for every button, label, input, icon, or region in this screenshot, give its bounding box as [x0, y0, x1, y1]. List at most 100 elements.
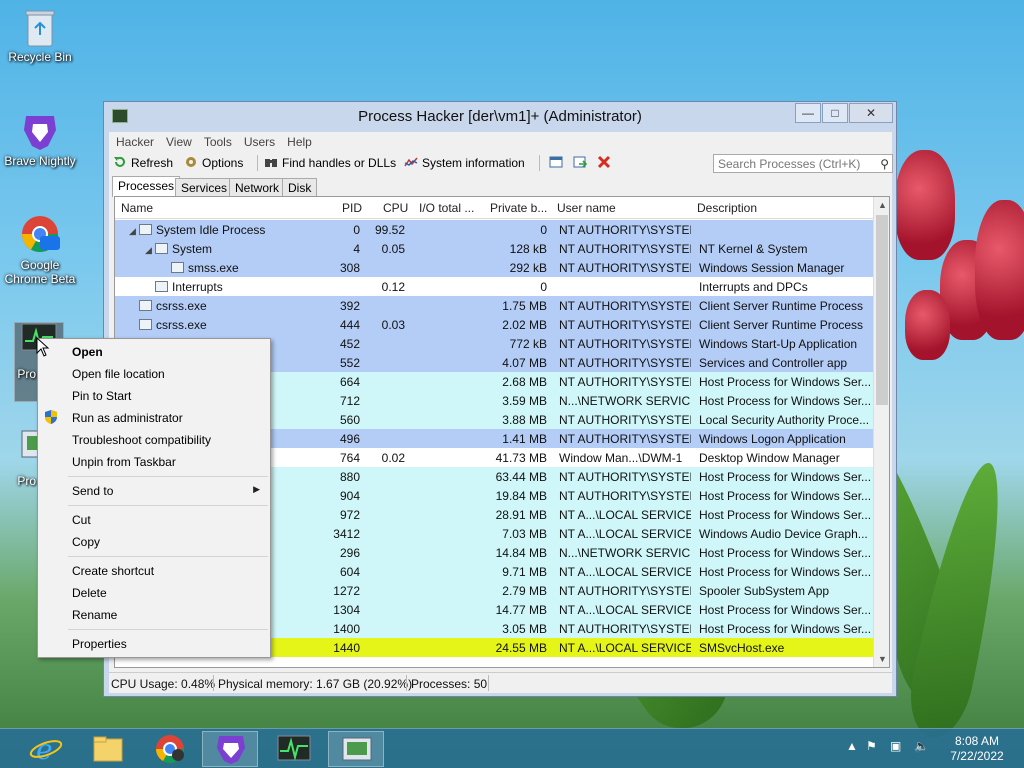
- window-icon-button[interactable]: [549, 154, 567, 172]
- desktop-icon-label: Google Chrome Beta: [4, 258, 76, 286]
- process-description: Interrupts and DPCs: [699, 280, 808, 294]
- process-private-bytes: 3.59 MB: [502, 394, 547, 408]
- brave-lion-icon: [20, 110, 60, 150]
- tab-services[interactable]: Services: [175, 178, 234, 196]
- binoculars-icon: [264, 155, 278, 169]
- desktop-icon-recycle-bin[interactable]: Recycle Bin: [0, 6, 80, 64]
- search-icon[interactable]: ⚲: [880, 157, 889, 171]
- process-cpu: 0.03: [381, 318, 405, 332]
- scroll-up-arrow-icon[interactable]: ▲: [874, 197, 889, 213]
- minimize-button[interactable]: —: [795, 103, 821, 123]
- show-hidden-icons-chevron-icon[interactable]: ▲: [846, 739, 858, 753]
- desktop-icon-brave-nightly[interactable]: Brave Nightly: [0, 110, 80, 168]
- tree-expander-icon[interactable]: ◢: [129, 226, 139, 237]
- process-pid: 3412: [333, 527, 360, 541]
- find-handles-button[interactable]: Find handles or DLLs: [264, 154, 396, 172]
- close-button[interactable]: ✕: [849, 103, 893, 123]
- process-name-cell: smss.exe: [115, 261, 320, 275]
- terminate-button[interactable]: [597, 154, 615, 172]
- menu-item-cut[interactable]: Cut: [72, 513, 91, 527]
- taskbar-brave-nightly[interactable]: [202, 731, 258, 767]
- window-title: Process Hacker [der\vm1]+ (Administrator…: [358, 108, 642, 125]
- menu-tools[interactable]: Tools: [198, 132, 238, 149]
- taskbar-chrome-beta[interactable]: [142, 731, 198, 767]
- process-row[interactable]: csrss.exe 392 1.75 MB NT AUTHORITY\SYSTEM Cl…: [115, 296, 873, 315]
- menu-item-open[interactable]: Open: [72, 345, 103, 359]
- window-icon: [549, 155, 563, 169]
- menu-item-run-as-administrator[interactable]: Run as administrator: [72, 411, 183, 425]
- tab-network[interactable]: Network: [229, 178, 286, 196]
- taskbar-process-hacker-running[interactable]: [328, 731, 384, 767]
- process-cpu: 0.12: [381, 280, 405, 294]
- process-private-bytes: 128 kB: [509, 242, 547, 256]
- tab-disk[interactable]: Disk: [282, 178, 318, 196]
- menu-item-open-file-location[interactable]: Open file location: [72, 367, 165, 381]
- tab-processes[interactable]: Processes: [112, 176, 181, 197]
- title-bar[interactable]: Process Hacker [der\vm1]+ (Administrator…: [104, 102, 896, 132]
- scroll-thumb[interactable]: [876, 215, 888, 405]
- menu-item-send-to[interactable]: Send to: [72, 484, 113, 498]
- column-description[interactable]: Description: [697, 201, 757, 215]
- taskbar-process-hacker-pinned[interactable]: [266, 731, 322, 767]
- options-label: Options: [202, 156, 244, 170]
- menu-item-pin-to-start[interactable]: Pin to Start: [72, 389, 131, 403]
- vertical-scrollbar[interactable]: ▲ ▼: [873, 197, 889, 667]
- menu-item-unpin-from-taskbar[interactable]: Unpin from Taskbar: [72, 455, 176, 469]
- volume-icon[interactable]: 🔈: [914, 739, 929, 753]
- menu-item-create-shortcut[interactable]: Create shortcut: [72, 564, 154, 578]
- menu-item-troubleshoot-compatibility[interactable]: Troubleshoot compatibility: [72, 433, 211, 447]
- menu-item-rename[interactable]: Rename: [72, 608, 117, 622]
- process-row[interactable]: ◢ System Idle Process 0 99.52 0 NT AUTHORITY\…: [115, 220, 873, 239]
- close-red-icon: [597, 155, 611, 169]
- process-user-name: NT AUTHORITY\SYSTEM: [559, 223, 691, 237]
- menu-hacker[interactable]: Hacker: [109, 132, 160, 149]
- options-button[interactable]: Options: [184, 154, 243, 172]
- status-physical-memory: Physical memory: 1.67 GB (20.92%): [218, 677, 413, 691]
- taskbar-internet-explorer[interactable]: e: [18, 731, 74, 767]
- process-user-name: NT AUTHORITY\SYSTEM: [559, 375, 691, 389]
- status-cpu-usage: CPU Usage: 0.48%: [111, 677, 216, 691]
- process-pid: 1272: [333, 584, 360, 598]
- window-go-button[interactable]: [573, 154, 591, 172]
- taskbar-clock[interactable]: 8:08 AM 7/22/2022: [942, 734, 1012, 764]
- action-center-flag-icon[interactable]: ⚑: [866, 739, 877, 753]
- process-user-name: NT AUTHORITY\SYSTEM: [559, 337, 691, 351]
- menu-item-delete[interactable]: Delete: [72, 586, 107, 600]
- menu-item-properties[interactable]: Properties: [72, 637, 127, 651]
- column-name[interactable]: Name: [121, 201, 153, 215]
- process-pid: 904: [339, 489, 360, 503]
- folder-icon: [93, 736, 123, 762]
- menu-separator: [68, 629, 268, 630]
- process-user-name: NT A...\LOCAL SERVICE: [559, 641, 691, 655]
- process-user-name: NT A...\LOCAL SERVICE: [559, 603, 691, 617]
- column-io-total[interactable]: I/O total ...: [419, 201, 474, 215]
- column-cpu[interactable]: CPU: [383, 201, 408, 215]
- taskbar: e ▲ ⚑ ▣ 🔈 8:08 AM 7/22/2022: [0, 728, 1024, 768]
- maximize-button[interactable]: □: [822, 103, 848, 123]
- refresh-button[interactable]: Refresh: [113, 154, 173, 172]
- process-description: NT Kernel & System: [699, 242, 808, 256]
- tree-expander-icon[interactable]: ◢: [145, 245, 155, 256]
- search-input[interactable]: Search Processes (Ctrl+K) ⚲: [713, 154, 893, 173]
- desktop-icon-chrome-beta[interactable]: Google Chrome Beta: [0, 214, 80, 286]
- system-info-button[interactable]: System information: [404, 154, 525, 172]
- process-row[interactable]: ◢ System 4 0.05 128 kB NT AUTHORITY\SYSTEM NT …: [115, 239, 873, 258]
- column-pid[interactable]: PID: [342, 201, 362, 215]
- process-row[interactable]: Interrupts 0.12 0 Interrupts and DPCs: [115, 277, 873, 296]
- process-user-name: NT AUTHORITY\SYSTEM: [559, 261, 691, 275]
- scroll-down-arrow-icon[interactable]: ▼: [874, 651, 889, 667]
- process-pid: 296: [339, 546, 360, 560]
- menu-users[interactable]: Users: [238, 132, 281, 149]
- menu-item-copy[interactable]: Copy: [72, 535, 100, 549]
- column-private-bytes[interactable]: Private b...: [490, 201, 547, 215]
- mouse-cursor-icon: [36, 336, 50, 360]
- network-icon[interactable]: ▣: [890, 739, 901, 753]
- menu-view[interactable]: View: [160, 132, 198, 149]
- menu-help[interactable]: Help: [281, 132, 318, 149]
- process-private-bytes: 772 kB: [509, 337, 547, 351]
- refresh-label: Refresh: [131, 156, 174, 170]
- process-row[interactable]: csrss.exe 444 0.03 2.02 MB NT AUTHORITY\SYST…: [115, 315, 873, 334]
- taskbar-file-explorer[interactable]: [80, 731, 136, 767]
- column-user-name[interactable]: User name: [557, 201, 616, 215]
- process-row[interactable]: smss.exe 308 292 kB NT AUTHORITY\SYSTEM Wind…: [115, 258, 873, 277]
